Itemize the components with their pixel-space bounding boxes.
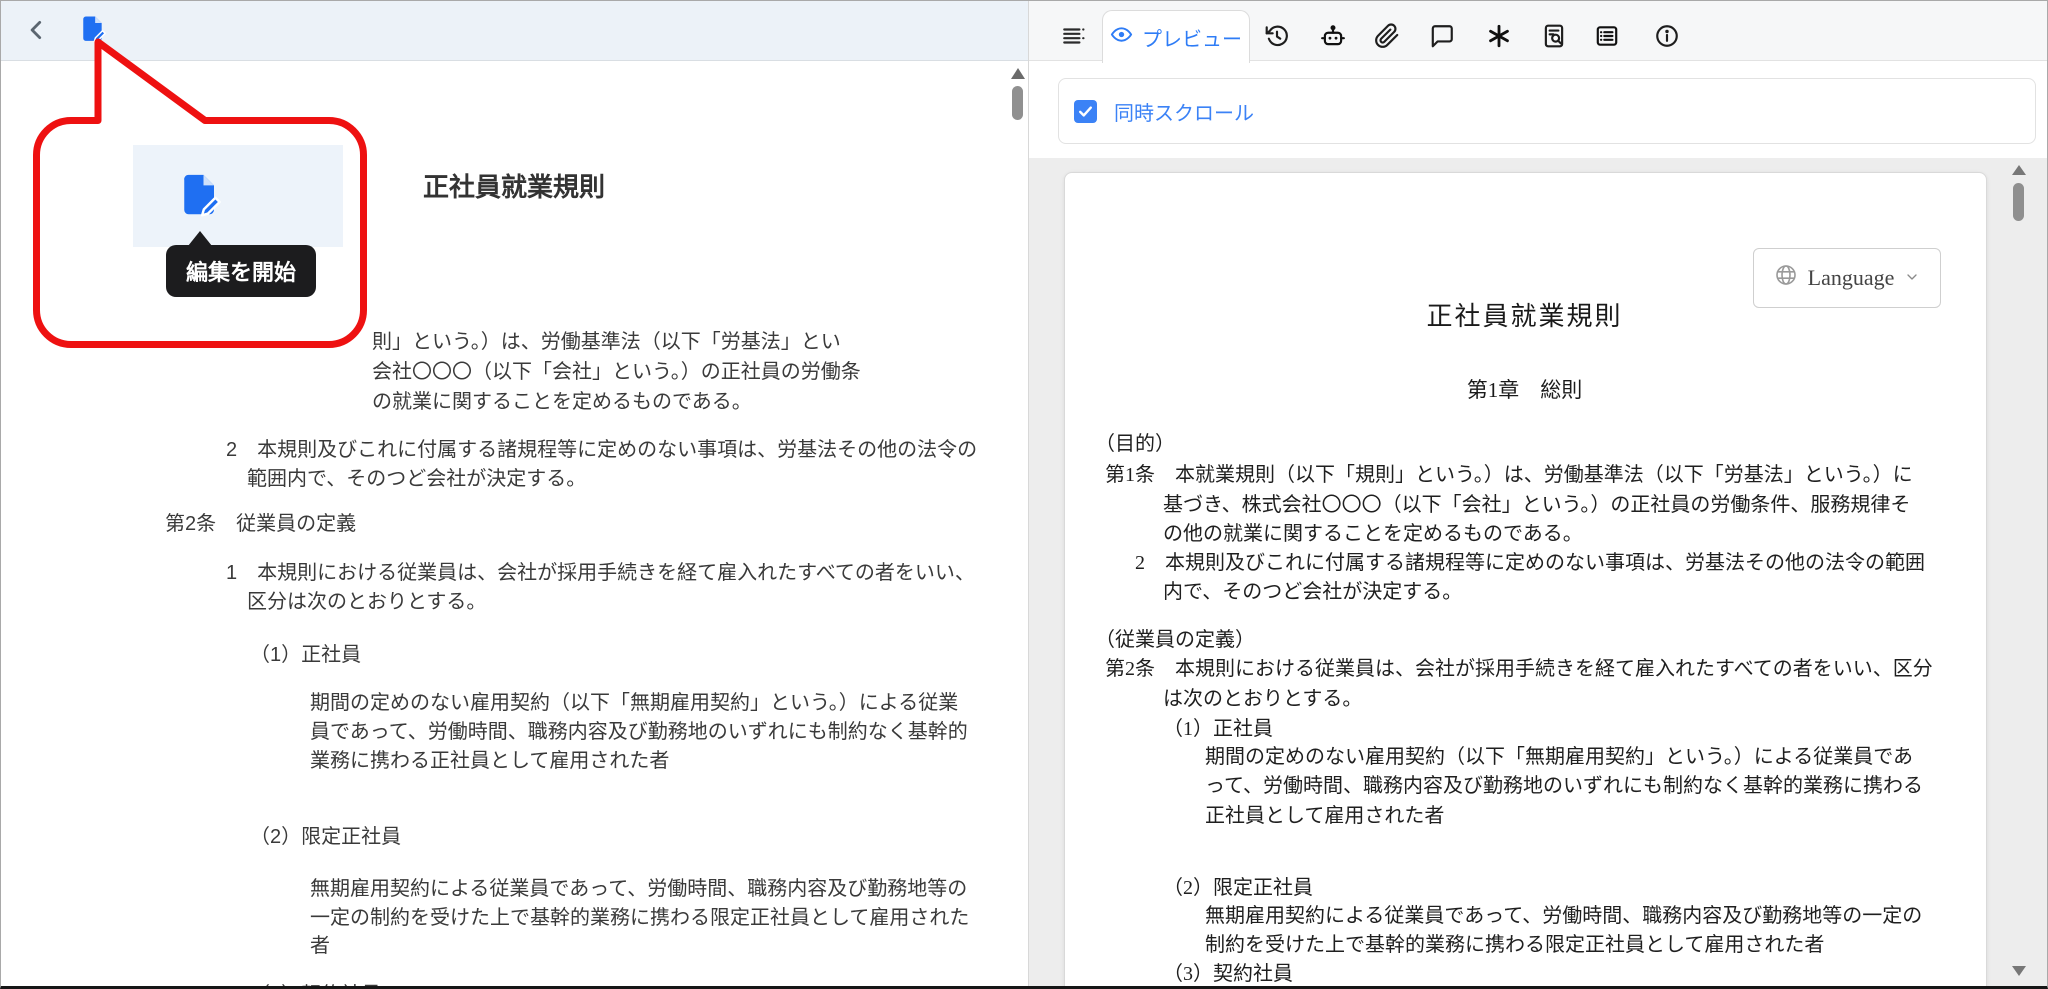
chevron-left-icon bbox=[24, 30, 50, 47]
preview-text-line: 期間の定めのない雇用契約（以下「無期雇用契約」という。）による従業員であ bbox=[1205, 745, 1913, 770]
preview-text-line: は次のとおりとする。 bbox=[1163, 687, 1362, 712]
tab-preview-label: プレビュー bbox=[1142, 23, 1242, 52]
doc-text-line: の就業に関することを定めるものである。 bbox=[372, 389, 752, 415]
preview-text-line: 無期雇用契約による従業員であって、労働時間、職務内容及び勤務地等の一定の bbox=[1205, 904, 1922, 929]
preview-document-title: 正社員就業規則 bbox=[1064, 296, 1985, 333]
list-icon[interactable] bbox=[1594, 23, 1620, 49]
sync-scroll-box: 同時スクロール bbox=[1058, 78, 2036, 144]
doc-text-line: （3）契約社員 bbox=[250, 982, 381, 989]
doc-text-line: 則」という。）は、労働基準法（以下「労基法」とい bbox=[372, 329, 841, 355]
start-edit-button[interactable] bbox=[80, 14, 106, 44]
doc-text-line: 業務に携わる正社員として雇用された者 bbox=[310, 748, 669, 774]
eye-icon bbox=[1110, 23, 1133, 51]
globe-icon bbox=[1774, 263, 1798, 293]
preview-text-line: （2）限定正社員 bbox=[1163, 876, 1313, 901]
preview-chapter-heading: 第1章 総則 bbox=[1064, 374, 1985, 404]
doc-text-line: 者 bbox=[310, 933, 330, 959]
doc-text-line: 範囲内で、そのつど会社が決定する。 bbox=[247, 466, 586, 492]
doc-text-line: 1 本規則における従業員は、会社が採用手続きを経て雇入れたすべての者をいい、 bbox=[226, 560, 975, 586]
preview-text-line: 2 本規則及びこれに付属する諸規程等に定めのない事項は、労基法その他の法令の範囲 bbox=[1135, 551, 1925, 576]
preview-text-line: （従業員の定義） bbox=[1095, 628, 1255, 653]
tab-preview[interactable]: プレビュー bbox=[1102, 10, 1250, 63]
preview-text-line: の他の就業に関することを定めるものである。 bbox=[1163, 522, 1583, 547]
preview-text-line: って、労働時間、職務内容及び勤務地のいずれにも制約なく基幹的業務に携わる bbox=[1205, 774, 1923, 799]
doc-text-line: 無期雇用契約による従業員であって、労働時間、職務内容及び勤務地等の bbox=[310, 876, 967, 902]
chevron-down-icon bbox=[1904, 265, 1920, 291]
preview-text-line: 正社員として雇用された者 bbox=[1205, 804, 1444, 829]
doc-text-line: 区分は次のとおりとする。 bbox=[247, 589, 486, 615]
doc-text-line: 会社〇〇〇（以下「会社」という。）の正社員の労働条 bbox=[372, 359, 861, 385]
document-edit-icon bbox=[179, 171, 221, 219]
preview-text-line: 制約を受けた上で基幹的業務に携わる限定正社員として雇用された者 bbox=[1205, 933, 1824, 958]
language-dropdown-label: Language bbox=[1808, 265, 1895, 291]
preview-text-line: 内で、そのつど会社が決定する。 bbox=[1163, 580, 1462, 605]
doc-text-line: 一定の制約を受けた上で基幹的業務に携わる限定正社員として雇用された bbox=[310, 905, 969, 931]
start-edit-tooltip: 編集を開始 bbox=[166, 245, 316, 297]
document-edit-icon bbox=[80, 31, 106, 48]
left-header-bar bbox=[0, 0, 1028, 61]
history-icon[interactable] bbox=[1264, 23, 1290, 49]
document-search-icon[interactable] bbox=[1541, 23, 1567, 49]
preview-text-line: （目的） bbox=[1095, 432, 1175, 457]
right-scrollbar-up-arrow[interactable] bbox=[2012, 165, 2026, 175]
right-scrollbar-down-arrow[interactable] bbox=[2012, 966, 2026, 976]
annotation-zoomed-button-panel bbox=[133, 145, 343, 247]
left-scrollbar-thumb[interactable] bbox=[1012, 86, 1023, 120]
paperclip-icon[interactable] bbox=[1374, 23, 1400, 49]
back-button[interactable] bbox=[24, 17, 50, 43]
sync-scroll-checkbox[interactable] bbox=[1074, 100, 1097, 123]
doc-text-line: 員であって、労働時間、職務内容及び勤務地のいずれにも制約なく基幹的 bbox=[310, 719, 968, 745]
check-icon bbox=[1077, 103, 1094, 120]
robot-icon[interactable] bbox=[1320, 23, 1346, 49]
doc-text-line: 期間の定めのない雇用契約（以下「無期雇用契約」という。）による従業 bbox=[310, 690, 958, 716]
left-document-title: 正社員就業規則 bbox=[314, 167, 714, 204]
info-icon[interactable] bbox=[1654, 23, 1680, 49]
left-scrollbar-up-arrow[interactable] bbox=[1011, 68, 1025, 79]
comment-icon[interactable] bbox=[1429, 23, 1455, 49]
doc-text-line: （1）正社員 bbox=[250, 642, 361, 668]
doc-text-line: （2）限定正社員 bbox=[250, 824, 401, 850]
preview-text-line: 第1条 本就業規則（以下「規則」という。）は、労働基準法（以下「労基法」という。… bbox=[1105, 463, 1913, 488]
app-window: 正社員就業規則 則」という。）は、労働基準法（以下「労基法」とい 会社〇〇〇（以… bbox=[0, 0, 2048, 989]
preview-text-line: （3）契約社員 bbox=[1163, 962, 1293, 987]
sync-scroll-label[interactable]: 同時スクロール bbox=[1114, 97, 1254, 126]
preview-text-line: （1）正社員 bbox=[1163, 717, 1273, 742]
panel-divider bbox=[1028, 0, 1029, 989]
right-scrollbar-thumb[interactable] bbox=[2013, 183, 2024, 221]
asterisk-icon[interactable] bbox=[1486, 23, 1512, 49]
doc-text-line: 2 本規則及びこれに付属する諸規程等に定めのない事項は、労基法その他の法令の bbox=[226, 437, 977, 463]
doc-text-line: 第2条 従業員の定義 bbox=[165, 511, 356, 537]
preview-text-line: 基づき、株式会社〇〇〇（以下「会社」という。）の正社員の労働条件、服務規律そ bbox=[1163, 493, 1910, 518]
menu-lines-icon[interactable] bbox=[1061, 23, 1087, 49]
preview-text-line: 第2条 本規則における従業員は、会社が採用手続きを経て雇入れたすべての者をいい、… bbox=[1105, 657, 1933, 682]
